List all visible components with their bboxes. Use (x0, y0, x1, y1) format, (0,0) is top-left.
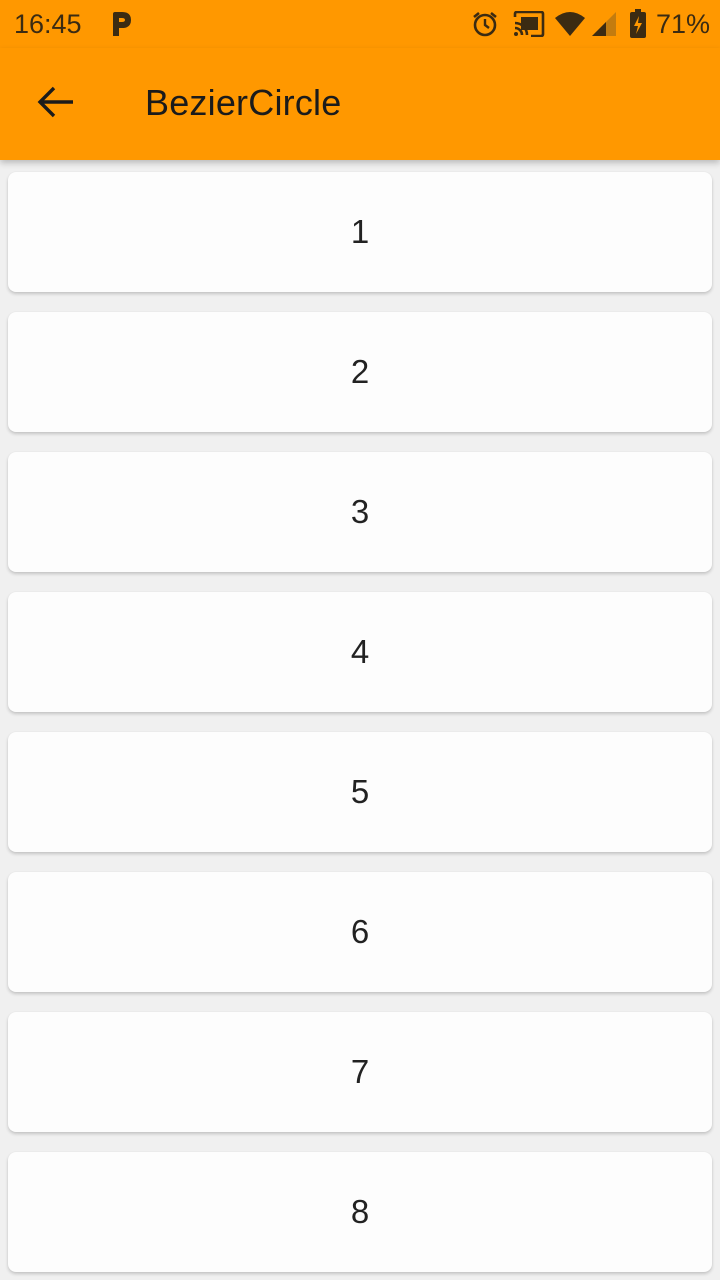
back-button[interactable] (24, 72, 88, 136)
status-time: 16:45 (14, 9, 82, 39)
list-item-label: 4 (350, 633, 370, 670)
signal-icon (590, 9, 618, 39)
list-item[interactable]: 1 (8, 172, 712, 292)
list-item-label: 1 (350, 213, 370, 250)
list-item-label: 3 (350, 493, 370, 530)
battery-percent: 71% (655, 9, 710, 39)
wifi-icon (553, 9, 587, 39)
list-item[interactable]: 6 (8, 872, 712, 992)
status-bar: 16:45 71% (0, 0, 720, 48)
battery-charging-icon (628, 9, 648, 39)
app-bar: BezierCircle (0, 48, 720, 160)
cast-icon (512, 9, 546, 39)
list-item-label: 6 (350, 913, 370, 950)
item-list[interactable]: 1 2 3 4 5 6 7 8 (0, 160, 720, 1280)
list-item-label: 8 (350, 1193, 370, 1230)
alarm-icon (470, 9, 500, 39)
list-item[interactable]: 7 (8, 1012, 712, 1132)
list-item[interactable]: 4 (8, 592, 712, 712)
list-item[interactable]: 8 (8, 1152, 712, 1272)
list-item-label: 7 (350, 1053, 370, 1090)
list-item-label: 5 (350, 773, 370, 810)
list-item[interactable]: 2 (8, 312, 712, 432)
p-app-icon (108, 9, 134, 39)
arrow-back-icon (37, 85, 75, 124)
list-item-label: 2 (350, 353, 370, 390)
list-item[interactable]: 5 (8, 732, 712, 852)
list-item[interactable]: 3 (8, 452, 712, 572)
page-title: BezierCircle (145, 82, 342, 123)
